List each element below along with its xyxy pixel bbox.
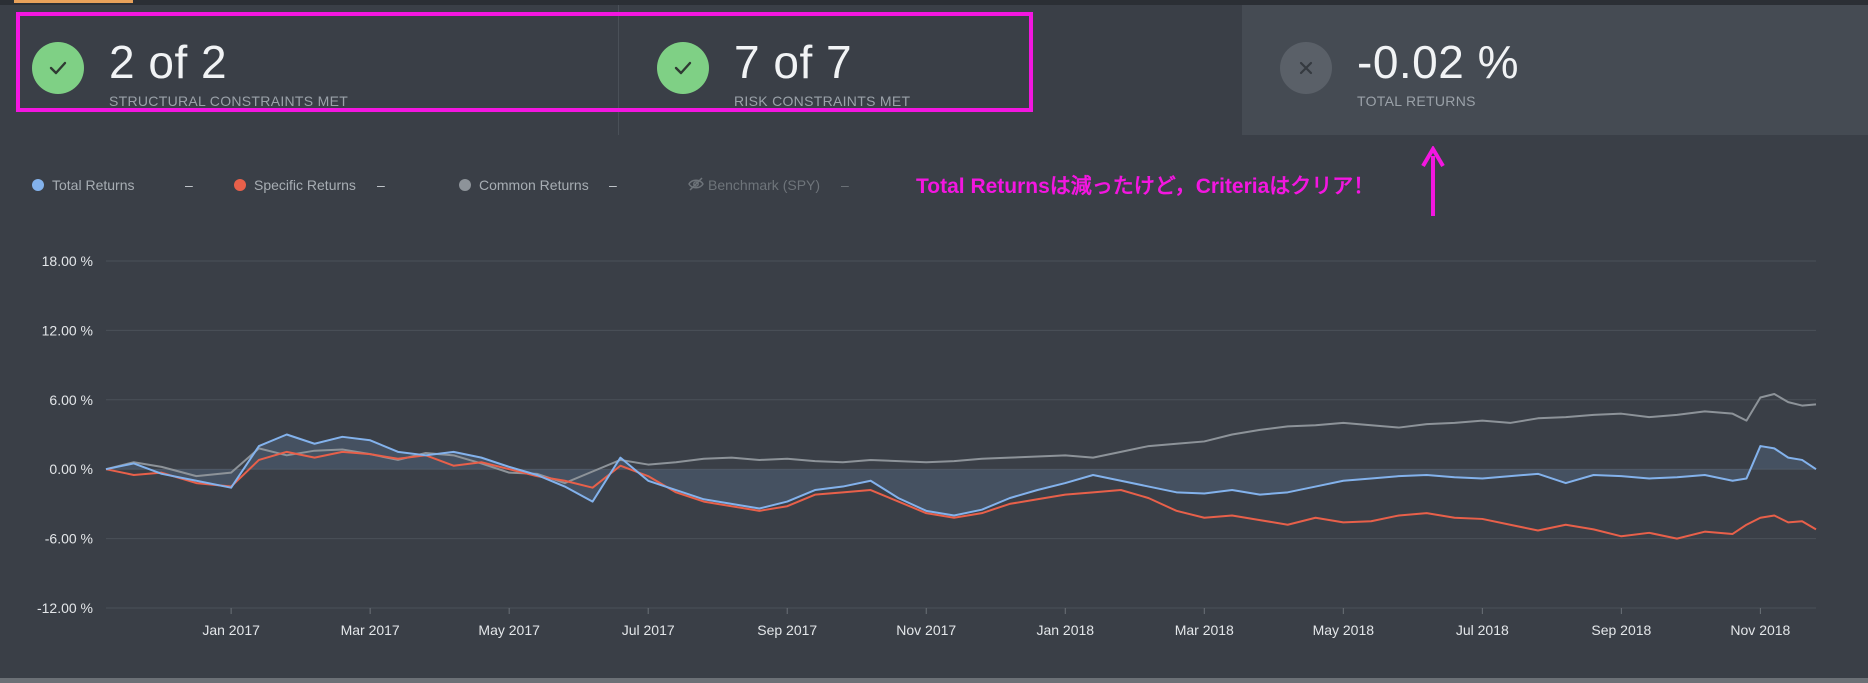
legend-dot xyxy=(459,179,471,191)
annotation-arrow xyxy=(1421,146,1445,216)
x-tick-label: Mar 2018 xyxy=(1175,622,1234,638)
legend-value: – xyxy=(185,177,193,193)
annotation-text: Total Returnsは減ったけど，Criteriaはクリア！ xyxy=(916,175,1375,198)
x-tick-label: Jan 2017 xyxy=(202,622,260,638)
y-tick-label: -6.00 % xyxy=(45,531,93,547)
legend-label: Benchmark (SPY) xyxy=(708,177,821,193)
y-tick-label: 0.00 % xyxy=(49,461,93,477)
x-tick-label: May 2018 xyxy=(1313,622,1375,638)
total-returns-area-fill xyxy=(106,434,1816,516)
y-tick-label: 12.00 % xyxy=(42,322,93,338)
x-tick-label: Sep 2017 xyxy=(757,622,817,638)
legend-label: Specific Returns xyxy=(254,177,356,193)
x-tick-label: Jul 2017 xyxy=(622,622,675,638)
x-tick-label: Nov 2017 xyxy=(896,622,956,638)
total-returns-label: TOTAL RETURNS xyxy=(1357,93,1476,109)
grid-lines xyxy=(106,260,1816,609)
x-tick-label: Jul 2018 xyxy=(1456,622,1509,638)
total-returns-value: -0.02 % xyxy=(1357,36,1520,88)
y-tick-label: 6.00 % xyxy=(49,392,93,408)
returns-line-chart: 18.00 % 12.00 % 6.00 % 0.00 % -6.00 % -12.00 … xyxy=(37,253,1817,638)
x-axis-ticks: Jan 2017 Mar 2017 May 2017 Jul 2017 Sep 2017… xyxy=(202,608,1791,638)
total-returns-card: -0.02 % TOTAL RETURNS xyxy=(1242,5,1868,135)
y-tick-label: -12.00 % xyxy=(37,600,93,616)
legend-dot xyxy=(234,179,246,191)
x-tick-label: May 2017 xyxy=(478,622,540,638)
highlight-box xyxy=(16,12,1033,112)
active-tab-indicator xyxy=(14,0,133,3)
close-icon xyxy=(1280,42,1332,94)
y-axis-ticks: 18.00 % 12.00 % 6.00 % 0.00 % -6.00 % -12.00 … xyxy=(37,253,93,616)
total-returns-area xyxy=(106,434,1816,516)
chart-legend: Total Returns – Specific Returns – Commo… xyxy=(0,165,900,205)
y-tick-label: 18.00 % xyxy=(42,253,93,269)
bottom-border xyxy=(0,678,1868,683)
legend-value: – xyxy=(377,177,385,193)
legend-label: Common Returns xyxy=(479,177,589,193)
x-tick-label: Mar 2017 xyxy=(341,622,400,638)
eye-slash-icon xyxy=(688,177,704,194)
legend-dot xyxy=(32,179,44,191)
legend-value: – xyxy=(609,177,617,193)
legend-label: Total Returns xyxy=(52,177,135,193)
x-tick-label: Nov 2018 xyxy=(1730,622,1790,638)
x-tick-label: Sep 2018 xyxy=(1591,622,1651,638)
legend-value: – xyxy=(841,177,849,193)
x-tick-label: Jan 2018 xyxy=(1036,622,1094,638)
